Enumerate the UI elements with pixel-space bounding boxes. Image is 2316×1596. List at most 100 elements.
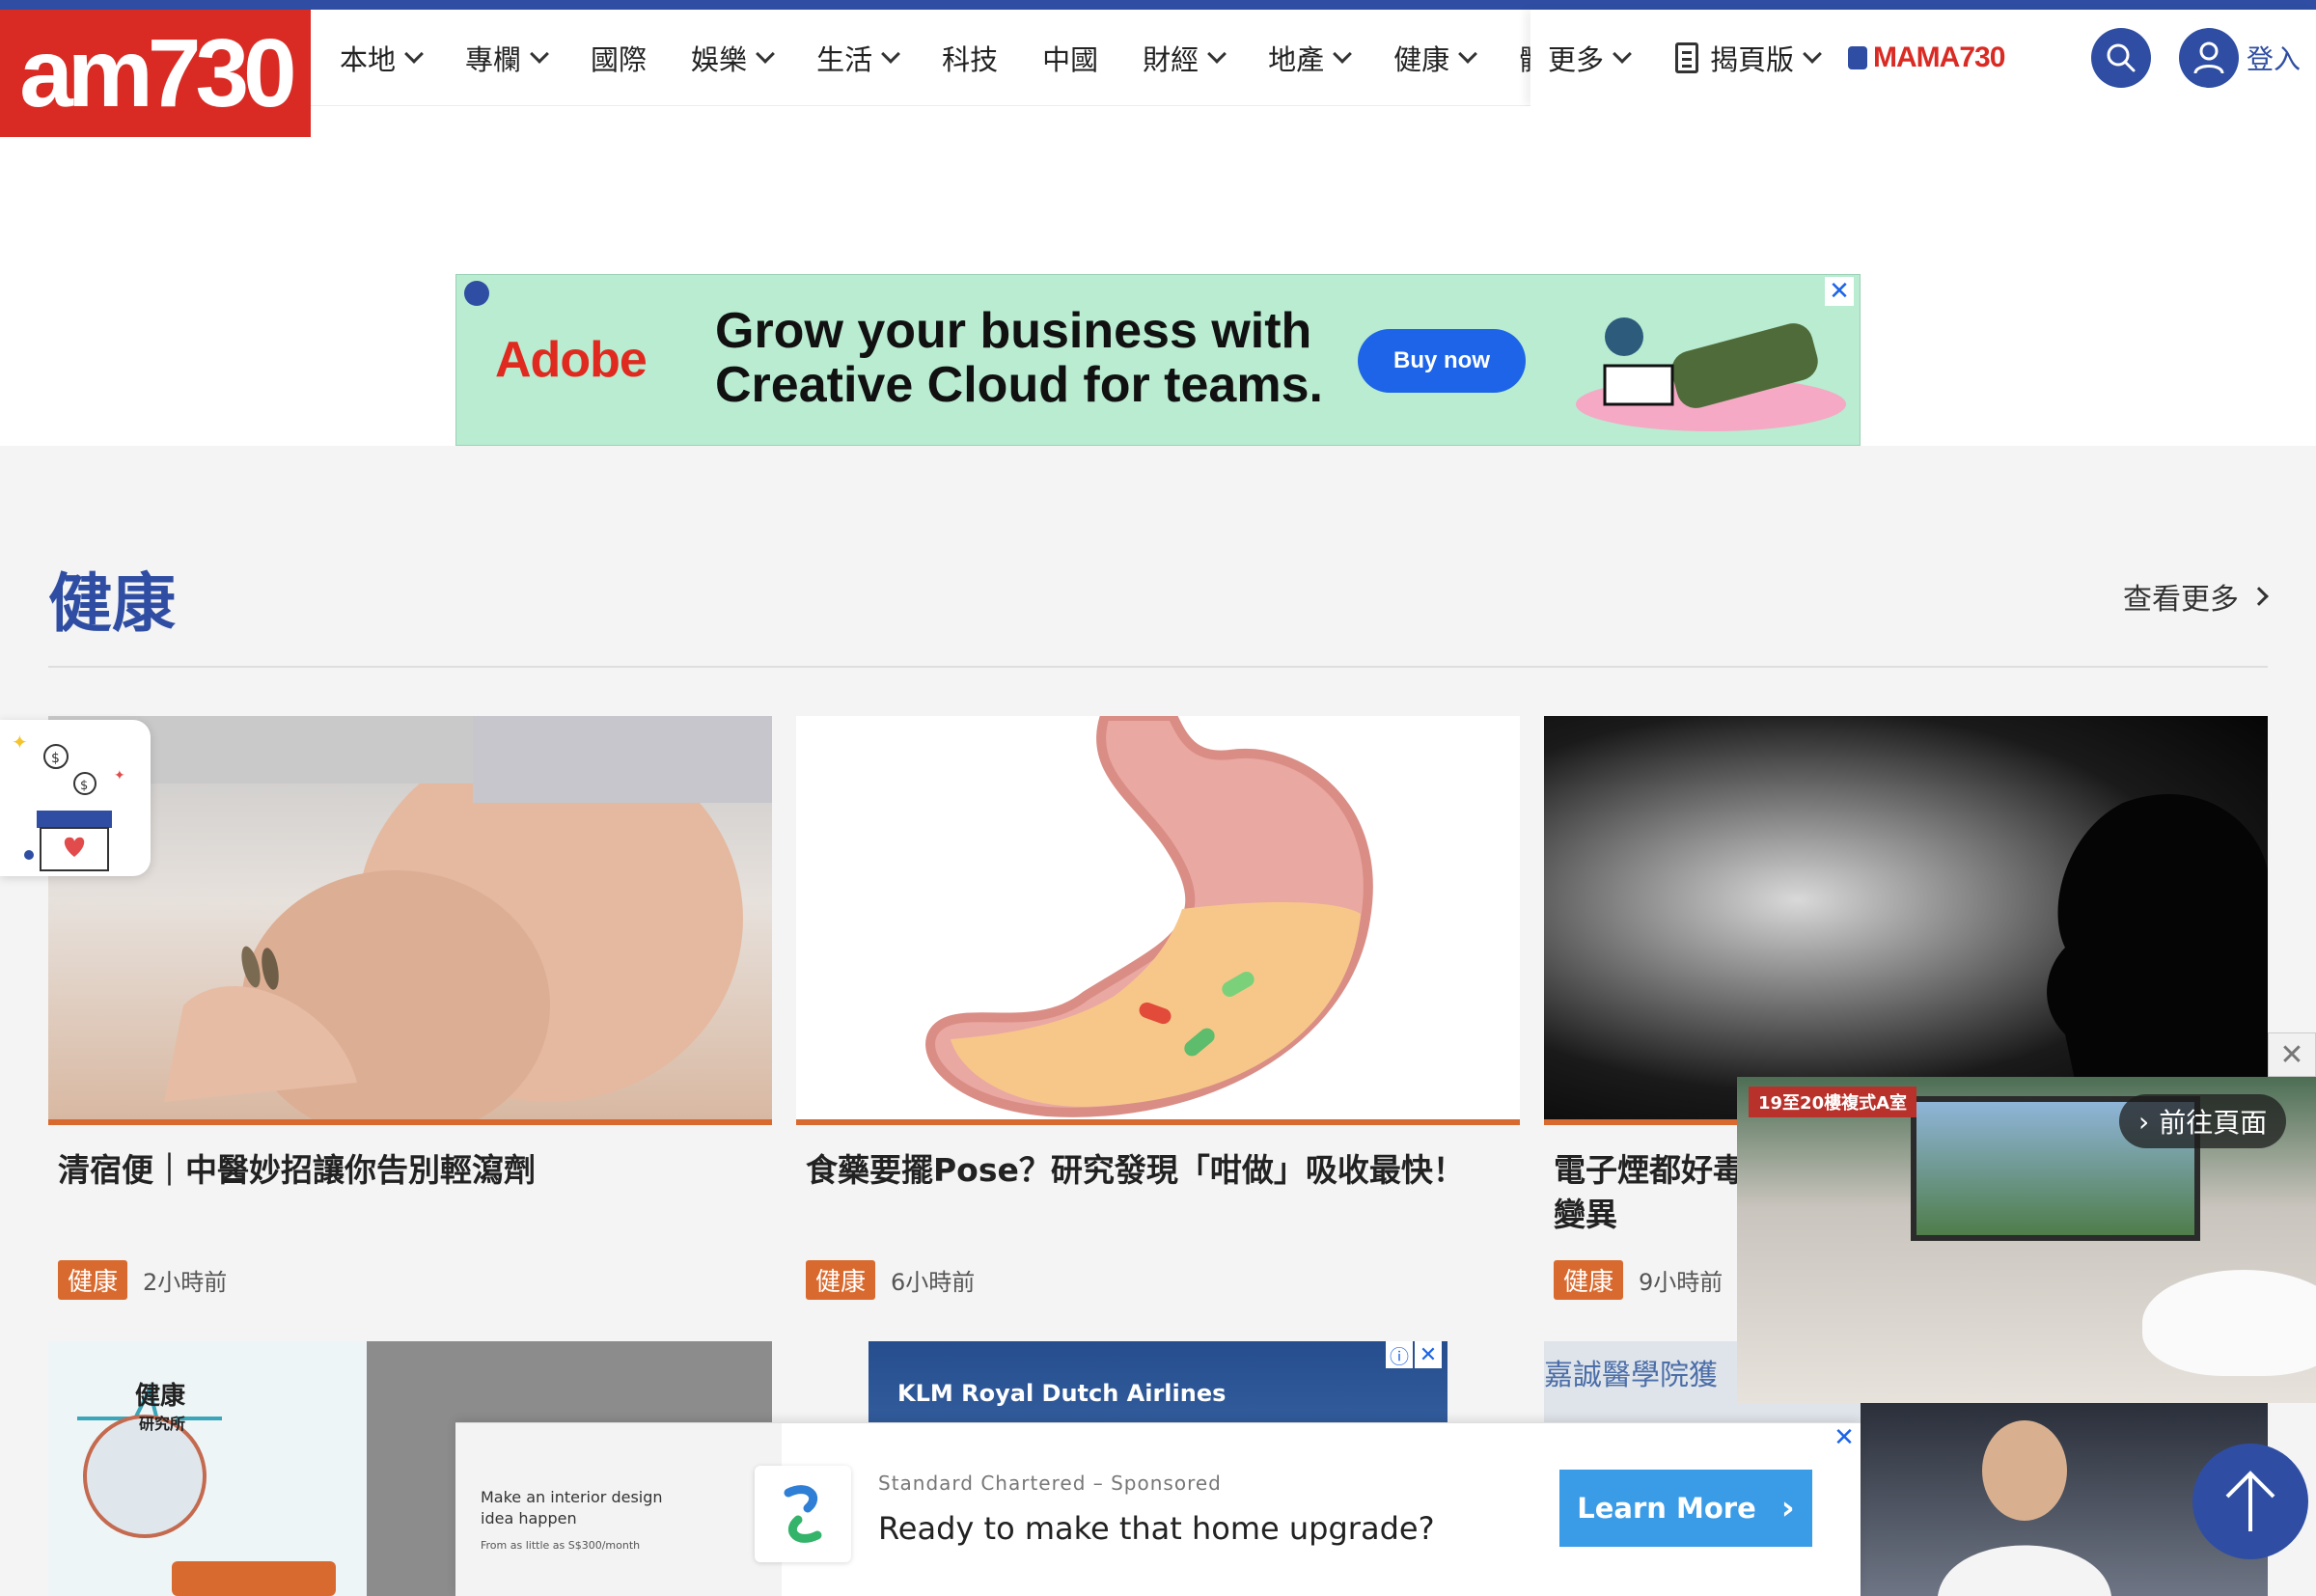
nav-item-entertainment[interactable]: 娛樂	[691, 38, 775, 78]
sponsor-label: Standard Chartered – Sponsored	[878, 1472, 1222, 1495]
article-title[interactable]: 清宿便｜中醫妙招讓你告別輕瀉劑	[48, 1148, 772, 1245]
health-lab-title: 健康	[135, 1382, 186, 1411]
svg-text:✦: ✦	[12, 730, 28, 754]
ad-thumbnail-text: Make an interior design idea happen From…	[481, 1487, 674, 1556]
chevron-down-icon	[530, 44, 549, 64]
video-caption: 19至20樓複式A室	[1749, 1087, 1917, 1117]
video-close-button[interactable]: ✕	[2268, 1032, 2316, 1077]
ad-thumbnail: Make an interior design idea happen From…	[455, 1423, 782, 1596]
svg-text:$: $	[51, 751, 60, 766]
goto-page-button[interactable]: › 前往頁面	[2119, 1094, 2287, 1148]
nav-item-column[interactable]: 專欄	[465, 38, 549, 78]
chevron-right-icon: ›	[2138, 1105, 2150, 1138]
article-time: 6小時前	[891, 1269, 976, 1296]
nav-label: 國際	[591, 43, 648, 76]
ad-choices-icon[interactable]	[464, 281, 489, 306]
adobe-headline: Grow your business with Creative Cloud f…	[715, 304, 1333, 412]
nav-label: 生活	[816, 43, 873, 76]
ad-thumbnail-line: Make an interior design idea happen	[481, 1488, 663, 1527]
chevron-down-icon	[756, 44, 775, 64]
logo-text: am730	[19, 18, 296, 127]
chevron-down-icon	[1207, 44, 1227, 64]
vaping-photo-icon	[2047, 793, 2268, 1125]
site-logo[interactable]: am730	[0, 10, 311, 137]
nav-label: 財經	[1143, 43, 1199, 76]
goto-page-label: 前往頁面	[2159, 1107, 2268, 1139]
standard-chartered-logo	[755, 1466, 851, 1562]
nav-item-china[interactable]: 中國	[1042, 38, 1098, 78]
nav-item-health[interactable]: 健康	[1393, 38, 1478, 78]
ad-headline[interactable]: Ready to make that home upgrade?	[878, 1510, 1435, 1547]
nav-label: 更多	[1548, 43, 1605, 76]
accent-bar	[48, 1119, 772, 1125]
article-image[interactable]	[1544, 716, 2268, 1125]
back-to-top-button[interactable]	[2192, 1444, 2308, 1559]
section-divider	[48, 666, 2268, 668]
chevron-down-icon	[1613, 44, 1632, 64]
chevron-down-icon	[1458, 44, 1478, 64]
accent-bar	[796, 1119, 1520, 1125]
nav-label: 地產	[1268, 43, 1325, 76]
learn-more-button[interactable]: Learn More ›	[1559, 1470, 1812, 1547]
category-tag[interactable]: 健康	[58, 1260, 128, 1300]
nav-item-finance[interactable]: 財經	[1143, 38, 1227, 78]
ad-thumbnail-price: From as little as S$300/month	[481, 1539, 641, 1552]
adobe-banner-ad[interactable]: Adobe Grow your business with Creative C…	[455, 274, 1861, 446]
login-label[interactable]: 登入	[2247, 39, 2301, 77]
nav-item-property[interactable]: 地產	[1268, 38, 1353, 78]
stomach-illustration-icon	[925, 716, 1373, 1117]
adobe-logo: Adobe	[495, 332, 648, 388]
chevron-down-icon	[1333, 44, 1353, 64]
close-icon[interactable]: ✕	[1415, 1341, 1442, 1368]
see-more-link[interactable]: 查看更多	[2123, 575, 2269, 618]
nav-item-local[interactable]: 本地	[340, 38, 424, 78]
adobe-headline-line2: Creative Cloud for teams.	[715, 357, 1323, 413]
category-tag[interactable]: 健康	[1554, 1260, 1624, 1300]
nav-label: 專欄	[465, 43, 522, 76]
svg-text:$: $	[80, 779, 88, 793]
article-card[interactable]: 清宿便｜中醫妙招讓你告別輕瀉劑 健康 2小時前	[48, 716, 772, 1300]
article-image-text: 嘉誠醫學院獲	[1544, 1359, 1718, 1392]
article-image[interactable]	[796, 716, 1520, 1125]
article-meta: 健康 2小時前	[48, 1260, 772, 1300]
video-bathtub-scene	[2142, 1270, 2316, 1376]
sc-logo-icon	[784, 1485, 822, 1543]
klm-ad-text: KLM Royal Dutch Airlines	[897, 1380, 1227, 1407]
search-button[interactable]	[2091, 28, 2151, 88]
nav-item-international[interactable]: 國際	[591, 38, 647, 78]
nav-item-life[interactable]: 生活	[816, 38, 900, 78]
nav-item-more[interactable]: 更多	[1548, 38, 1632, 78]
chevron-down-icon	[404, 44, 424, 64]
ad-illustration-icon	[1576, 317, 1846, 431]
user-icon	[2193, 41, 2224, 74]
close-icon[interactable]: ✕	[1830, 1423, 1859, 1452]
buy-now-button[interactable]: Buy now	[1358, 329, 1526, 393]
chevron-down-icon	[1803, 44, 1822, 64]
chevron-down-icon	[881, 44, 900, 64]
login-button[interactable]	[2179, 28, 2239, 88]
donation-box-icon: $ $ ✦ ✦	[12, 730, 125, 871]
main-nav: 本地 專欄 國際 娛樂 生活 科技 中國 財經 地產 健康 體	[340, 10, 1591, 106]
nav-label: 娛樂	[691, 43, 748, 76]
article-meta: 健康 6小時前	[796, 1260, 1520, 1300]
mama730-link[interactable]: MAMA730	[1848, 41, 2005, 74]
close-icon[interactable]: ✕	[1825, 277, 1854, 306]
nav-label: 科技	[942, 43, 999, 76]
chevron-right-icon: ›	[1780, 1489, 1795, 1527]
article-image[interactable]	[48, 716, 772, 1125]
category-tag[interactable]: 健康	[806, 1260, 876, 1300]
standard-chartered-ad[interactable]: Make an interior design idea happen From…	[455, 1422, 1861, 1596]
knee-photo-icon	[48, 716, 772, 1125]
article-title[interactable]: 食藥要擺Pose？研究發現「咁做」吸收最快！	[796, 1148, 1520, 1245]
article-card[interactable]: 食藥要擺Pose？研究發現「咁做」吸收最快！ 健康 6小時前	[796, 716, 1520, 1300]
ad-info-icon[interactable]: ⓘ	[1386, 1341, 1413, 1368]
chevron-right-icon	[2249, 587, 2269, 606]
floating-gift-widget[interactable]: $ $ ✦ ✦	[0, 720, 151, 876]
search-icon	[2107, 43, 2136, 72]
nav-item-tech[interactable]: 科技	[942, 38, 998, 78]
lock-icon	[1848, 46, 1868, 69]
section-title: 健康	[48, 566, 176, 641]
nav-label: 健康	[1393, 43, 1450, 76]
top-accent-line	[0, 0, 2316, 10]
nav-item-flip-edition[interactable]: 揭頁版	[1675, 38, 1822, 78]
